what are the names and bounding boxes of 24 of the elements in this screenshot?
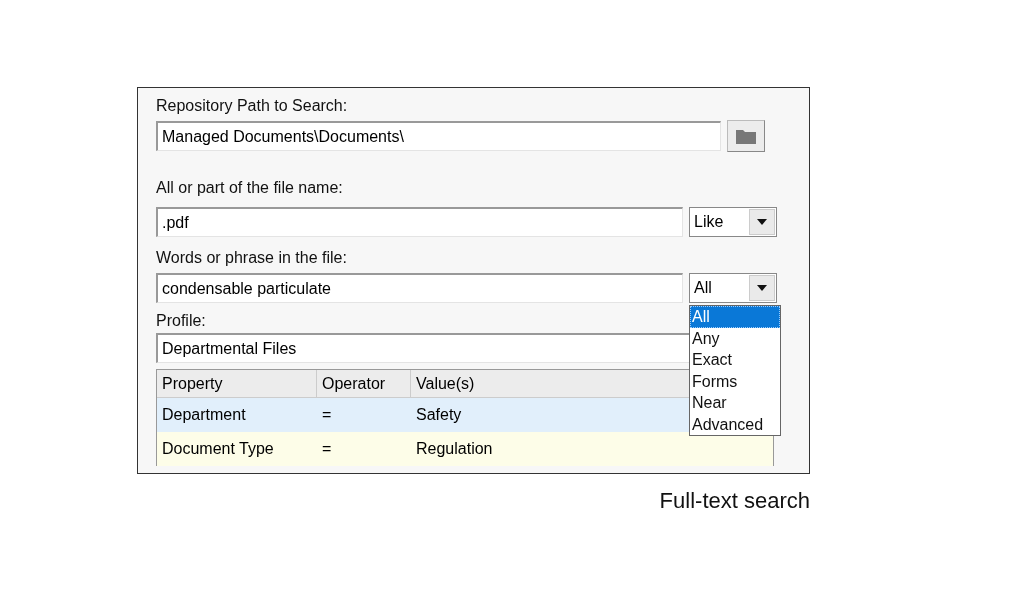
dropdown-arrow-icon bbox=[757, 219, 767, 225]
dropdown-option[interactable]: All bbox=[690, 306, 780, 328]
table-cell-text: Safety bbox=[415, 405, 462, 425]
column-header[interactable]: Operator bbox=[317, 370, 411, 397]
figure-caption: Full-text search bbox=[659, 488, 810, 514]
mode-dropdown[interactable]: Like bbox=[689, 207, 777, 237]
browse-button[interactable] bbox=[727, 120, 765, 152]
column-header[interactable]: Property bbox=[157, 370, 317, 397]
field-label: Repository Path to Search: bbox=[156, 96, 348, 116]
table-cell-text: = bbox=[321, 405, 333, 425]
field-label: Words or phrase in the file: bbox=[156, 248, 347, 268]
field-label: All or part of the file name: bbox=[156, 178, 343, 198]
field-label: Profile: bbox=[156, 311, 206, 331]
folder-icon bbox=[736, 128, 756, 144]
file-name-field[interactable]: .pdf bbox=[156, 207, 683, 237]
words-field[interactable]: condensable particulate bbox=[156, 273, 683, 303]
table-cell-text: Document Type bbox=[161, 439, 275, 459]
table-cell-text: Department bbox=[161, 405, 247, 425]
table-row[interactable]: Document Type = Regulation bbox=[157, 432, 773, 466]
dropdown-option[interactable]: Forms bbox=[690, 370, 780, 392]
table-cell-text: Regulation bbox=[415, 439, 493, 459]
dropdown-arrow-icon bbox=[757, 285, 767, 291]
path-field[interactable]: Managed Documents\Documents\ bbox=[156, 121, 721, 151]
table-cell-text: = bbox=[321, 439, 333, 459]
